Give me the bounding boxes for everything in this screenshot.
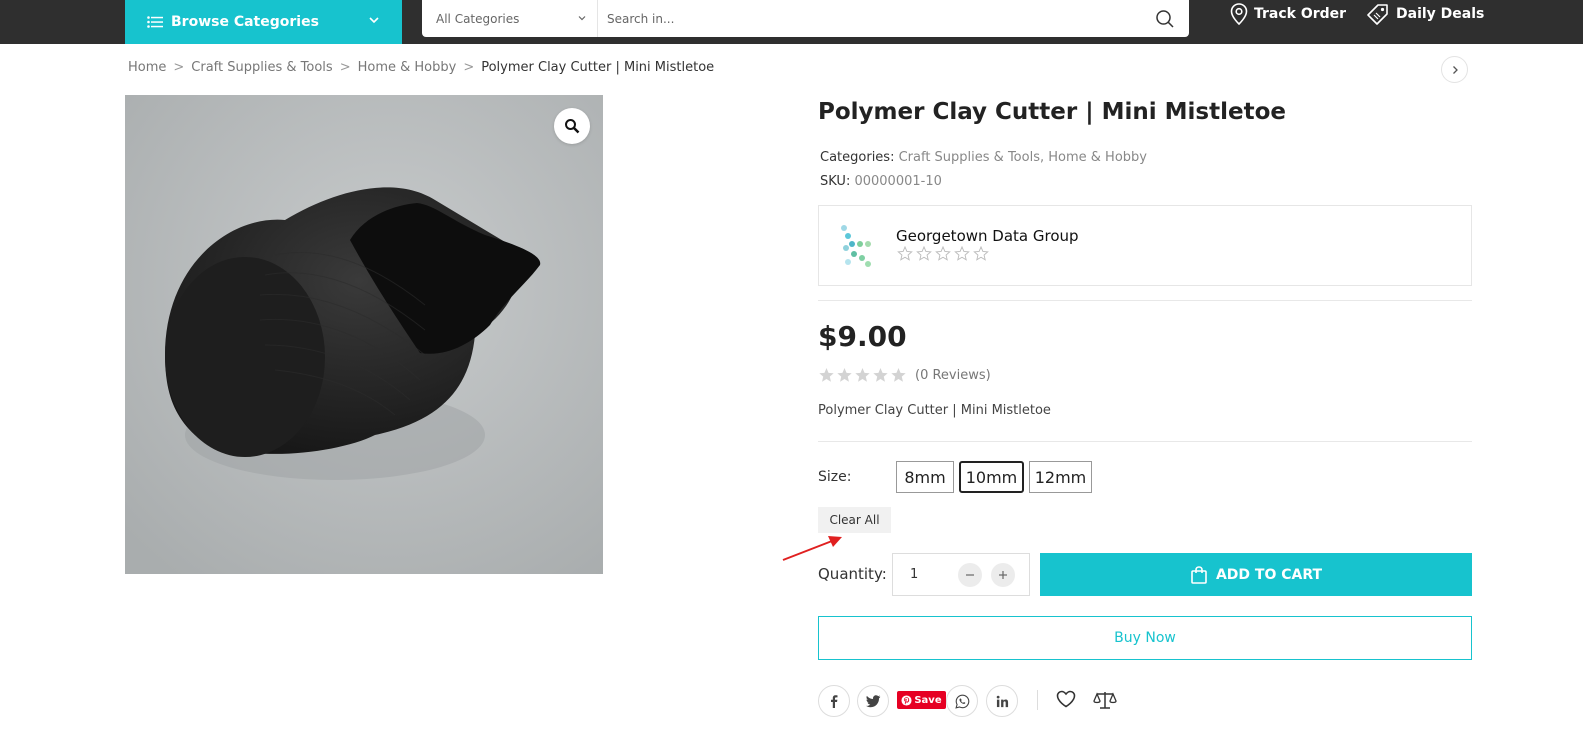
- star-icon: [873, 368, 888, 382]
- sku-value: 00000001-10: [854, 174, 942, 189]
- heart-icon[interactable]: [1056, 690, 1076, 708]
- facebook-share-button[interactable]: [818, 685, 850, 717]
- breadcrumb: Home > Craft Supplies & Tools > Home & H…: [128, 60, 714, 75]
- pinterest-icon: [901, 694, 912, 706]
- pinterest-save-button[interactable]: Save: [897, 691, 946, 709]
- category-select[interactable]: All Categories: [422, 0, 598, 37]
- star-icon: [891, 368, 906, 382]
- magnifier-icon: [565, 119, 580, 134]
- quantity-label: Quantity:: [818, 565, 887, 583]
- twitter-icon: [865, 694, 880, 707]
- product-rating: (0 Reviews): [818, 367, 991, 383]
- daily-deals-label: Daily Deals: [1396, 6, 1485, 22]
- product-categories: Categories: Craft Supplies & Tools, Home…: [820, 150, 1147, 165]
- breadcrumb-home-hobby[interactable]: Home & Hobby: [358, 60, 457, 75]
- browse-categories-button[interactable]: Browse Categories: [125, 0, 402, 44]
- price-tag-icon: [1367, 4, 1388, 25]
- vendor-name: Georgetown Data Group: [896, 227, 1079, 245]
- category-link-hobby[interactable]: Home & Hobby: [1048, 150, 1147, 165]
- quantity-increase-button[interactable]: [991, 563, 1015, 587]
- next-product-button[interactable]: [1441, 56, 1468, 83]
- breadcrumb-craft-supplies[interactable]: Craft Supplies & Tools: [191, 60, 332, 75]
- divider: [818, 300, 1472, 301]
- product-price: $9.00: [818, 320, 907, 353]
- size-option-12mm[interactable]: 12mm: [1029, 461, 1092, 493]
- quantity-decrease-button[interactable]: [958, 563, 982, 587]
- facebook-icon: [831, 695, 838, 708]
- menu-list-icon: [147, 16, 163, 28]
- sku-label: SKU:: [820, 174, 851, 189]
- whatsapp-share-button[interactable]: [946, 685, 978, 717]
- vendor-logo: [841, 225, 871, 267]
- twitter-share-button[interactable]: [857, 685, 889, 717]
- map-pin-icon: [1230, 3, 1248, 25]
- star-outline-icon: [916, 246, 932, 261]
- divider: [818, 441, 1472, 442]
- star-icon: [819, 368, 834, 382]
- browse-categories-label: Browse Categories: [171, 14, 319, 30]
- reviews-count-link[interactable]: (0 Reviews): [915, 368, 991, 383]
- short-description: Polymer Clay Cutter | Mini Mistletoe: [818, 403, 1051, 418]
- categories-label: Categories:: [820, 150, 895, 165]
- annotation-arrow: [782, 536, 842, 561]
- search-bar: All Categories: [422, 0, 1189, 37]
- clear-all-button[interactable]: Clear All: [818, 507, 891, 533]
- star-icon: [855, 368, 870, 382]
- product-image[interactable]: [125, 95, 603, 574]
- chevron-right-icon: [1452, 65, 1458, 74]
- size-option-8mm[interactable]: 8mm: [896, 461, 954, 493]
- search-icon[interactable]: [1155, 9, 1175, 29]
- breadcrumb-home[interactable]: Home: [128, 60, 166, 75]
- product-title: Polymer Clay Cutter | Mini Mistletoe: [818, 99, 1286, 125]
- quantity-stepper[interactable]: 1: [892, 553, 1030, 596]
- track-order-label: Track Order: [1254, 6, 1347, 22]
- plus-icon: [999, 571, 1007, 579]
- linkedin-share-button[interactable]: [986, 685, 1018, 717]
- breadcrumb-separator: >: [463, 60, 475, 75]
- track-order-link[interactable]: Track Order: [1230, 3, 1347, 25]
- pinterest-save-label: Save: [914, 694, 942, 706]
- top-bar: Browse Categories All Categories Track O…: [0, 0, 1583, 44]
- breadcrumb-separator: >: [173, 60, 185, 75]
- shopping-bag-icon: [1191, 565, 1207, 584]
- minus-icon: [966, 574, 974, 576]
- chevron-down-icon: [578, 16, 586, 21]
- size-label: Size:: [818, 469, 852, 485]
- search-input[interactable]: [598, 0, 1155, 37]
- star-outline-icon: [954, 246, 970, 261]
- product-photo: [125, 95, 603, 574]
- buy-now-button[interactable]: Buy Now: [818, 616, 1472, 660]
- divider: [1037, 690, 1038, 710]
- star-outline-icon: [897, 246, 913, 261]
- breadcrumb-current: Polymer Clay Cutter | Mini Mistletoe: [481, 60, 715, 75]
- star-icon: [837, 368, 852, 382]
- quantity-value[interactable]: 1: [910, 567, 918, 582]
- category-select-value: All Categories: [436, 11, 520, 26]
- vendor-card[interactable]: Georgetown Data Group: [818, 205, 1472, 286]
- add-to-cart-label: ADD TO CART: [1215, 566, 1323, 583]
- vendor-rating: [897, 246, 989, 261]
- product-sku: SKU: 00000001-10: [820, 174, 942, 189]
- whatsapp-icon: [954, 694, 969, 709]
- size-option-10mm[interactable]: 10mm: [959, 461, 1024, 493]
- zoom-button[interactable]: [554, 108, 590, 144]
- category-link-craft[interactable]: Craft Supplies & Tools: [899, 150, 1040, 165]
- star-outline-icon: [973, 246, 989, 261]
- chevron-down-icon: [369, 17, 379, 24]
- linkedin-icon: [996, 695, 1008, 707]
- add-to-cart-button[interactable]: ADD TO CART: [1040, 553, 1472, 596]
- daily-deals-link[interactable]: Daily Deals: [1366, 4, 1485, 25]
- breadcrumb-separator: >: [339, 60, 351, 75]
- compare-icon[interactable]: [1093, 690, 1117, 710]
- star-outline-icon: [935, 246, 951, 261]
